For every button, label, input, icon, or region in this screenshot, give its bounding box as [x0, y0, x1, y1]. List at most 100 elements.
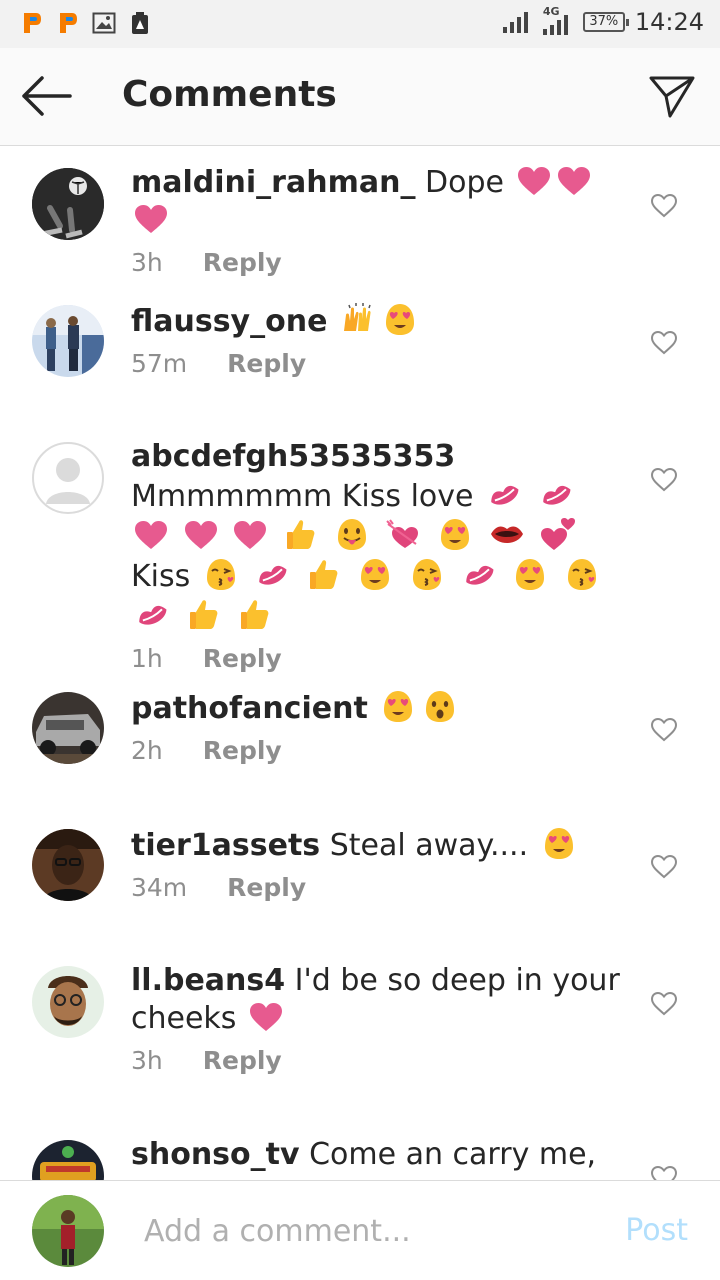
- signal-icon: [502, 12, 528, 33]
- kiss-mark-emoji-icon: [461, 556, 497, 592]
- like-heart-icon[interactable]: [650, 990, 678, 1016]
- reply-button[interactable]: Reply: [227, 349, 306, 378]
- post-button[interactable]: Post: [625, 1213, 688, 1248]
- heart-emoji-icon: [517, 166, 551, 196]
- comment-body-2: Kiss: [131, 559, 191, 594]
- kiss-mark-emoji-icon: [134, 596, 170, 632]
- heart-eyes-emoji-icon: [380, 688, 416, 724]
- notification-icons: [20, 10, 152, 36]
- comment-body: Mmmmmmm Kiss love: [131, 479, 474, 514]
- comment-item: shonso_tv Come an carry me,: [0, 1118, 720, 1180]
- heart-arrow-emoji-icon: [386, 516, 422, 552]
- like-heart-icon[interactable]: [650, 192, 678, 218]
- share-button[interactable]: [648, 74, 696, 120]
- avatar[interactable]: [32, 305, 104, 377]
- back-button[interactable]: [18, 74, 76, 118]
- back-arrow-icon: [22, 76, 72, 116]
- comment-text: maldini_rahman_ Dope: [131, 164, 620, 240]
- comment-meta: 2h Reply: [131, 736, 620, 765]
- comment-username[interactable]: shonso_tv: [131, 1137, 300, 1172]
- heart-emoji-icon: [557, 166, 591, 196]
- kissing-face-emoji-icon: [409, 556, 445, 592]
- comments-list[interactable]: maldini_rahman_ Dope 3h Reply flaussy_on…: [0, 146, 720, 1180]
- thumbs-up-emoji-icon: [237, 596, 273, 632]
- comment-username[interactable]: flaussy_one: [131, 304, 327, 339]
- comment-meta: 57m Reply: [131, 349, 620, 378]
- comment-username[interactable]: pathofancient: [131, 691, 368, 726]
- like-heart-icon[interactable]: [650, 853, 678, 879]
- kiss-mark-emoji-icon: [538, 476, 574, 512]
- network-4g-icon: 4G: [539, 5, 573, 35]
- status-bar: 4G 37% 14:24: [0, 0, 720, 48]
- heart-emoji-icon: [134, 520, 168, 550]
- comment-time: 1h: [131, 644, 163, 673]
- comment-text: abcdefgh53535353 Mmmmmmm Kiss love Kiss: [131, 438, 620, 636]
- heart-eyes-emoji-icon: [382, 301, 418, 337]
- reply-button[interactable]: Reply: [203, 736, 282, 765]
- comment-username[interactable]: maldini_rahman_: [131, 165, 415, 200]
- avatar[interactable]: [32, 168, 104, 240]
- warning-icon: [128, 10, 152, 36]
- app-p-icon-2: [56, 10, 80, 36]
- comment-text: flaussy_one: [131, 301, 620, 341]
- comment-item: pathofancient 2h Reply: [0, 670, 720, 807]
- comment-body: Come an carry me,: [309, 1137, 597, 1172]
- comment-meta: 1h Reply: [131, 644, 620, 673]
- comment-username[interactable]: tier1assets: [131, 828, 320, 863]
- comment-meta: 3h Reply: [131, 248, 620, 277]
- heart-eyes-emoji-icon: [437, 516, 473, 552]
- heart-emoji-icon: [249, 1002, 283, 1032]
- comment-text: shonso_tv Come an carry me,: [131, 1136, 620, 1174]
- comment-time: 3h: [131, 248, 163, 277]
- reply-button[interactable]: Reply: [227, 873, 306, 902]
- comment-time: 57m: [131, 349, 188, 378]
- comment-time: 34m: [131, 873, 188, 902]
- comment-text: ll.beans4 I'd be so deep in your cheeks: [131, 962, 620, 1038]
- comment-username[interactable]: ll.beans4: [131, 963, 285, 998]
- avatar[interactable]: [32, 829, 104, 901]
- like-heart-icon[interactable]: [650, 716, 678, 742]
- like-heart-icon[interactable]: [650, 329, 678, 355]
- mouth-emoji-icon: [489, 516, 525, 552]
- app-header: Comments: [0, 48, 720, 146]
- direct-send-icon: [649, 76, 695, 118]
- image-icon: [92, 10, 116, 36]
- comment-username[interactable]: abcdefgh53535353: [131, 439, 455, 474]
- heart-emoji-icon: [134, 204, 168, 234]
- avatar[interactable]: [32, 692, 104, 764]
- kissing-face-emoji-icon: [203, 556, 239, 592]
- like-heart-icon[interactable]: [650, 1164, 678, 1180]
- system-indicators: 4G 37% 14:24: [501, 5, 704, 36]
- app-p-icon: [20, 10, 44, 36]
- raised-hands-emoji-icon: [340, 301, 376, 337]
- heart-emoji-icon: [233, 520, 267, 550]
- thumbs-up-emoji-icon: [283, 516, 319, 552]
- page-title: Comments: [122, 74, 337, 115]
- astonished-face-emoji-icon: [422, 688, 458, 724]
- reply-button[interactable]: Reply: [203, 644, 282, 673]
- avatar[interactable]: [32, 1140, 104, 1180]
- reply-button[interactable]: Reply: [203, 248, 282, 277]
- avatar[interactable]: [32, 966, 104, 1038]
- avatar[interactable]: [32, 442, 104, 514]
- comment-text: tier1assets Steal away....: [131, 825, 620, 865]
- comment-body: Dope: [425, 165, 504, 200]
- like-heart-icon[interactable]: [650, 466, 678, 492]
- comment-item: flaussy_one 57m Reply: [0, 283, 720, 420]
- kiss-mark-emoji-icon: [254, 556, 290, 592]
- thumbs-up-emoji-icon: [186, 596, 222, 632]
- reply-button[interactable]: Reply: [203, 1046, 282, 1075]
- heart-eyes-emoji-icon: [541, 825, 577, 861]
- clock: 14:24: [634, 8, 704, 36]
- kiss-mark-emoji-icon: [486, 476, 522, 512]
- comment-item: maldini_rahman_ Dope 3h Reply: [0, 146, 720, 283]
- my-avatar: [32, 1195, 104, 1267]
- thumbs-up-emoji-icon: [306, 556, 342, 592]
- comment-meta: 3h Reply: [131, 1046, 620, 1075]
- battery-indicator: 37%: [582, 12, 629, 32]
- comment-meta: 34m Reply: [131, 873, 620, 902]
- add-comment-input[interactable]: [144, 1209, 584, 1253]
- heart-emoji-icon: [184, 520, 218, 550]
- heart-eyes-emoji-icon: [512, 556, 548, 592]
- tongue-face-emoji-icon: [334, 516, 370, 552]
